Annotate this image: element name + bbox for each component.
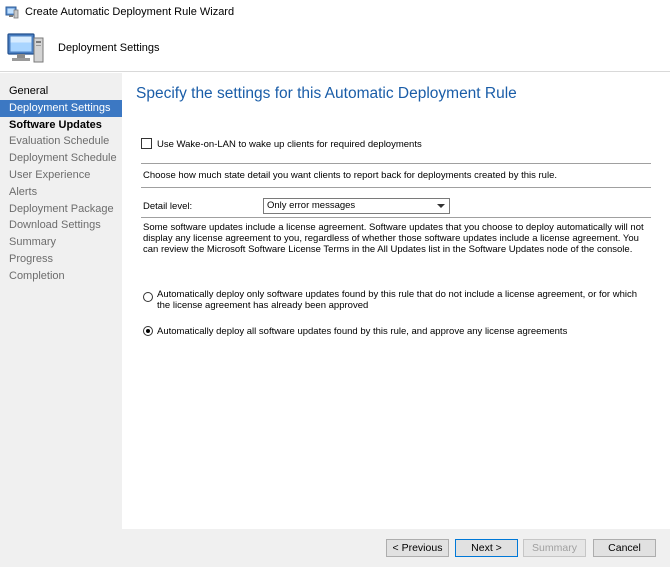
nav-item-evaluation-schedule: Evaluation Schedule <box>9 135 110 148</box>
radio-deploy-all-approve-license-label[interactable]: Automatically deploy all software update… <box>157 326 652 337</box>
nav-item-general[interactable]: General <box>0 83 122 100</box>
divider <box>141 163 651 164</box>
computer-icon <box>6 30 46 66</box>
section-heading: Specify the settings for this Automatic … <box>136 85 517 102</box>
wizard-footer: < Previous Next > Summary Cancel <box>122 529 670 567</box>
detail-level-label: Detail level: <box>143 201 193 212</box>
nav-item-deployment-schedule: Deployment Schedule <box>9 152 117 165</box>
previous-button[interactable]: < Previous <box>386 539 449 557</box>
radio-deploy-without-license-label[interactable]: Automatically deploy only software updat… <box>157 289 652 311</box>
state-detail-description: Choose how much state detail you want cl… <box>143 170 557 181</box>
nav-item-deployment-package: Deployment Package <box>9 202 114 215</box>
wizard-app-icon <box>5 5 19 19</box>
window-title: Create Automatic Deployment Rule Wizard <box>25 6 235 18</box>
nav-item-user-experience: User Experience <box>9 168 91 181</box>
radio-deploy-all-approve-license[interactable] <box>143 326 153 336</box>
detail-level-value: Only error messages <box>267 200 356 211</box>
cancel-button[interactable]: Cancel <box>593 539 656 557</box>
radio-deploy-without-license[interactable] <box>143 292 153 302</box>
nav-item-completion: Completion <box>9 269 65 282</box>
divider <box>141 187 651 188</box>
detail-level-select[interactable]: Only error messages <box>263 198 450 214</box>
license-agreement-description: Some software updates include a license … <box>143 222 644 255</box>
nav-item-progress: Progress <box>9 252 54 265</box>
main-content: Specify the settings for this Automatic … <box>122 73 670 529</box>
nav-item-alerts: Alerts <box>9 185 38 198</box>
nav-item-software-updates[interactable]: Software Updates <box>0 117 122 134</box>
wizard-header: Deployment Settings <box>0 24 670 72</box>
page-title: Deployment Settings <box>58 41 160 54</box>
divider <box>141 217 651 218</box>
next-button[interactable]: Next > <box>455 539 518 557</box>
wizard-step-nav: General Deployment Settings Software Upd… <box>0 73 122 567</box>
summary-button: Summary <box>523 539 586 557</box>
nav-item-deployment-settings[interactable]: Deployment Settings <box>0 99 122 117</box>
wake-on-lan-label[interactable]: Use Wake-on-LAN to wake up clients for r… <box>157 139 422 150</box>
wake-on-lan-checkbox[interactable] <box>141 138 152 149</box>
nav-item-summary: Summary <box>9 236 57 249</box>
nav-item-download-settings: Download Settings <box>9 219 101 232</box>
title-bar: Create Automatic Deployment Rule Wizard <box>0 0 670 24</box>
chevron-down-icon <box>437 204 445 208</box>
